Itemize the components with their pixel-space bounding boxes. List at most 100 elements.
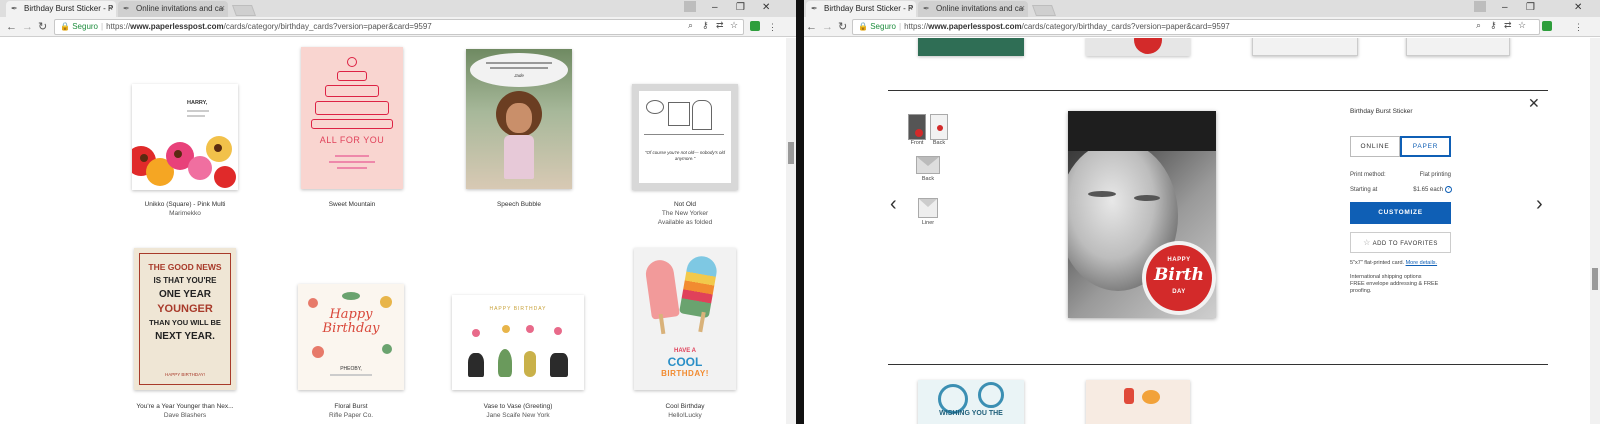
minimize-icon[interactable]: – [1502, 0, 1508, 16]
forward-arrow-icon[interactable]: → [822, 19, 833, 35]
shipping-line: FREE envelope addressing & FREE [1350, 281, 1439, 287]
card-thumbnail-top[interactable] [918, 38, 1024, 56]
address-bar[interactable]: 🔒 Seguro | https://www.paperlesspost.com/c… [54, 19, 744, 35]
close-tab-icon[interactable]: × [908, 1, 913, 16]
card-not-old[interactable]: "Of course you're not old— nobody's old … [632, 84, 738, 190]
card-thumbnail-bottom[interactable] [1086, 380, 1190, 424]
menu-dots-icon[interactable]: ⋮ [1574, 20, 1583, 34]
liner-thumbnail[interactable] [918, 198, 938, 218]
card-name: Sweet Mountain [328, 201, 376, 208]
pen-favicon-icon: ✒ [923, 4, 930, 13]
card-caption[interactable]: Unikko (Square) - Pink Multi Marimekko [115, 200, 255, 218]
card-preview-image[interactable]: HAPPY Birth DAY [1068, 111, 1216, 318]
card-thumbnail-top[interactable] [1252, 38, 1358, 56]
favorites-label: ADD TO FAVORITES [1372, 241, 1438, 247]
bookmark-star-icon[interactable]: ☆ [1518, 20, 1526, 31]
print-method-value: Flat printing [1419, 172, 1451, 178]
maximize-icon[interactable]: ❐ [1526, 0, 1535, 16]
card-speech-bubble[interactable]: Jade [466, 49, 572, 189]
card-name: You're a Year Younger than Nex... [136, 403, 234, 410]
previous-arrow-icon[interactable]: ‹ [890, 194, 897, 214]
card-sweet-mountain[interactable]: ALL FOR YOU [301, 47, 403, 189]
card-caption[interactable]: You're a Year Younger than Nex... Dave B… [115, 402, 255, 420]
address-bar[interactable]: 🔒 Seguro | https://www.paperlesspost.com/c… [852, 19, 1540, 35]
card-name: Not Old [673, 201, 697, 208]
close-window-icon[interactable]: ✕ [1574, 0, 1582, 16]
vertical-scrollbar[interactable] [1590, 38, 1600, 424]
envelope-thumbnail[interactable] [916, 156, 940, 174]
front-thumbnail[interactable] [908, 114, 926, 140]
translate-icon[interactable]: ⇄ [716, 20, 724, 31]
card-caption[interactable]: Not Old The New Yorker Available as fold… [615, 200, 755, 227]
zoom-icon[interactable]: ⌕ [1476, 20, 1481, 31]
new-tab-button[interactable] [231, 5, 257, 16]
card-footer: PHEOBY, [340, 366, 362, 372]
scrollbar-thumb[interactable] [1592, 268, 1598, 290]
forward-arrow-icon[interactable]: → [22, 19, 33, 35]
card-caption[interactable]: Speech Bubble [449, 200, 589, 209]
translate-icon[interactable]: ⇄ [1504, 20, 1512, 31]
tab-online-invitations[interactable]: ✒ Online invitations and ca × [118, 1, 228, 17]
card-year-younger[interactable]: THE GOOD NEWS IS THAT YOU'RE ONE YEAR YO… [134, 248, 236, 390]
card-caption[interactable]: Sweet Mountain [282, 200, 422, 209]
add-to-favorites-button[interactable]: ☆ ADD TO FAVORITES [1350, 232, 1451, 253]
pen-favicon-icon: ✒ [11, 4, 18, 13]
card-floral-burst[interactable]: Happy Birthday PHEOBY, [298, 284, 404, 390]
card-caption[interactable]: Floral Burst Rifle Paper Co. [281, 402, 421, 420]
back-arrow-icon[interactable]: ← [6, 19, 17, 35]
card-vase-to-vase[interactable]: HAPPY BIRTHDAY [452, 295, 584, 390]
profile-icon[interactable] [684, 1, 696, 12]
scrollbar-thumb[interactable] [788, 142, 794, 164]
close-tab-icon[interactable]: × [220, 1, 225, 16]
url-prefix: https:// [904, 22, 929, 31]
card-text: "Of course you're not old— nobody's old … [644, 150, 726, 161]
pen-favicon-icon: ✒ [123, 4, 130, 13]
card-caption[interactable]: Cool Birthday Hello!Lucky [615, 402, 755, 420]
new-tab-button[interactable] [1031, 5, 1057, 16]
reload-icon[interactable]: ↻ [838, 19, 847, 35]
more-details-link[interactable]: More details. [1406, 260, 1438, 266]
card-script: Happy Birthday [298, 308, 404, 336]
bookmark-star-icon[interactable]: ☆ [730, 20, 738, 31]
size-note: 5"x7" flat-printed card. More details. [1350, 260, 1460, 267]
close-tab-icon[interactable]: × [108, 1, 113, 16]
tab-birthday-burst[interactable]: ✒ Birthday Burst Sticker - P × [806, 1, 916, 17]
card-cool-birthday[interactable]: HAVE A COOL BIRTHDAY! [634, 248, 736, 390]
browser-window-right: ✒ Birthday Burst Sticker - P × ✒ Online … [804, 0, 1600, 424]
customize-button[interactable]: CUSTOMIZE [1350, 202, 1451, 224]
info-icon[interactable]: ? [1445, 186, 1452, 193]
back-thumbnail[interactable] [930, 114, 948, 140]
close-tab-icon[interactable]: × [1020, 1, 1025, 16]
key-icon[interactable]: ⚷ [702, 20, 709, 31]
card-thumbnail-top[interactable] [1406, 38, 1510, 56]
birthday-sticker: HAPPY Birth DAY [1146, 245, 1212, 311]
version-online-button[interactable]: ONLINE [1350, 136, 1400, 157]
profile-icon[interactable] [1474, 1, 1486, 12]
close-icon[interactable]: ✕ [1528, 96, 1540, 110]
url-path: /cards/category/birthday_cards?version=p… [1021, 22, 1230, 31]
tab-title: Online invitations and ca [936, 4, 1024, 13]
key-icon[interactable]: ⚷ [1490, 20, 1497, 31]
menu-dots-icon[interactable]: ⋮ [768, 20, 777, 34]
zoom-icon[interactable]: ⌕ [688, 20, 693, 31]
tab-strip: ✒ Birthday Burst Sticker - P × ✒ Online … [804, 0, 1600, 17]
tab-title: Online invitations and ca [136, 4, 224, 13]
tab-online-invitations[interactable]: ✒ Online invitations and ca × [918, 1, 1028, 17]
card-caption[interactable]: Vase to Vase (Greeting) Jane Scaife New … [448, 402, 588, 420]
card-thumbnail-bottom[interactable]: WISHING YOU THE [918, 380, 1024, 424]
reload-icon[interactable]: ↻ [38, 19, 47, 35]
card-line: BIRTHDAY! [661, 369, 709, 378]
back-arrow-icon[interactable]: ← [806, 19, 817, 35]
close-window-icon[interactable]: ✕ [762, 0, 770, 16]
card-unikko[interactable]: HARRY, [132, 84, 238, 190]
maximize-icon[interactable]: ❐ [736, 0, 745, 16]
version-paper-button[interactable]: PAPER [1400, 136, 1451, 157]
tab-birthday-burst[interactable]: ✒ Birthday Burst Sticker - P × [6, 1, 116, 17]
sticker-line: DAY [1172, 289, 1186, 295]
extension-icon[interactable] [1542, 21, 1552, 31]
minimize-icon[interactable]: – [712, 0, 718, 16]
next-arrow-icon[interactable]: › [1536, 194, 1543, 214]
vertical-scrollbar[interactable] [786, 38, 796, 424]
extension-icon[interactable] [750, 21, 760, 31]
card-thumbnail-top[interactable] [1086, 38, 1190, 56]
